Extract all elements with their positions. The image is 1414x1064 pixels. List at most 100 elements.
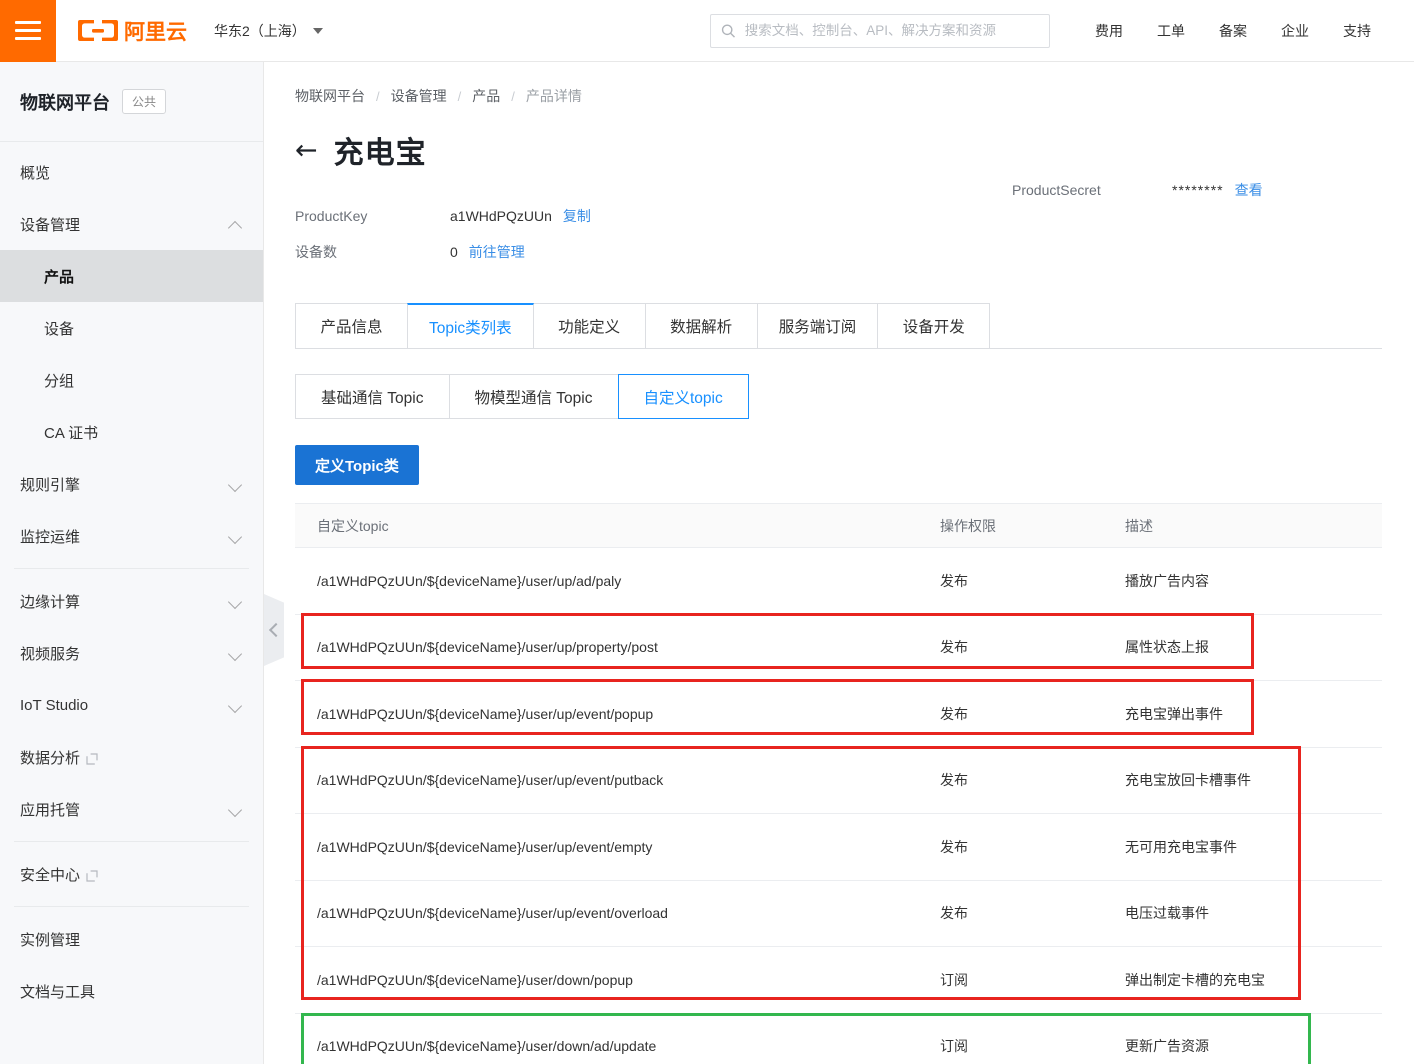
tab-5[interactable]: 设备开发 xyxy=(877,303,991,348)
sidebar-divider xyxy=(14,906,249,907)
table-row[interactable]: /a1WHdPQzUUn/${deviceName}/user/down/ad/… xyxy=(295,1013,1382,1064)
cell-topic: /a1WHdPQzUUn/${deviceName}/user/up/prope… xyxy=(317,639,658,656)
sidebar-item-13[interactable]: 应用托管 xyxy=(0,783,263,835)
sidebar-item-label: 设备 xyxy=(44,320,75,338)
main-content: 物联网平台 / 设备管理 / 产品 / 产品详情 ← 充电宝 ProductKey a1WH… xyxy=(264,62,1414,1064)
tab-0[interactable]: 产品信息 xyxy=(295,303,408,348)
go-to-device-management-link[interactable]: 前往管理 xyxy=(469,242,525,262)
tab-2[interactable]: 功能定义 xyxy=(532,303,646,348)
sub-tab-bar: 基础通信 Topic 物模型通信 Topic 自定义topic xyxy=(295,374,1414,419)
product-secret-value: ******** xyxy=(1172,182,1224,198)
table-header: 自定义topic 操作权限 描述 xyxy=(295,503,1382,548)
cell-permission: 发布 xyxy=(940,838,968,855)
tab-4[interactable]: 服务端订阅 xyxy=(756,303,879,348)
nav-link-enterprise[interactable]: 企业 xyxy=(1264,0,1326,62)
copy-product-key-link[interactable]: 复制 xyxy=(563,206,591,226)
column-header-permission: 操作权限 xyxy=(940,517,996,534)
table-row[interactable]: /a1WHdPQzUUn/${deviceName}/user/up/event… xyxy=(295,681,1382,748)
sidebar-item-label: 监控运维 xyxy=(20,528,81,546)
sidebar-header: 物联网平台 公共 xyxy=(0,62,263,142)
top-bar-right: 费用 工单 备案 企业 支持 xyxy=(710,0,1414,62)
product-secret-row: ProductSecret ******** 查看 xyxy=(1012,172,1263,208)
sidebar-item-label: 规则引擎 xyxy=(20,476,81,494)
sidebar-collapse-handle[interactable] xyxy=(264,594,284,666)
sidebar-item-1[interactable]: 设备管理 xyxy=(0,198,263,250)
product-secret-label: ProductSecret xyxy=(1012,182,1101,198)
cell-topic: /a1WHdPQzUUn/${deviceName}/user/up/event… xyxy=(317,705,654,722)
sidebar-item-label: CA 证书 xyxy=(44,424,99,442)
sidebar-item-17[interactable]: 实例管理 xyxy=(0,913,263,965)
sidebar-divider xyxy=(14,568,249,569)
table-row[interactable]: /a1WHdPQzUUn/${deviceName}/user/up/ad/pa… xyxy=(295,548,1382,615)
nav-link-icp[interactable]: 备案 xyxy=(1202,0,1264,62)
chevron-down-icon[interactable] xyxy=(229,698,243,712)
cell-permission: 订阅 xyxy=(940,971,968,988)
chevron-up-icon[interactable] xyxy=(229,217,243,231)
cell-permission: 发布 xyxy=(940,772,968,789)
chevron-down-icon[interactable] xyxy=(229,646,243,660)
sidebar-item-10[interactable]: 视频服务 xyxy=(0,627,263,679)
topic-table: 自定义topic 操作权限 描述 /a1WHdPQzUUn/${deviceNa… xyxy=(295,503,1382,1064)
table-row[interactable]: /a1WHdPQzUUn/${deviceName}/user/up/event… xyxy=(295,814,1382,881)
sidebar-item-7[interactable]: 监控运维 xyxy=(0,510,263,562)
sidebar-item-label: 文档与工具 xyxy=(20,983,96,1001)
alibaba-cloud-logo[interactable]: 阿里云 xyxy=(78,16,196,46)
sub-tab-2[interactable]: 自定义topic xyxy=(617,374,749,419)
chevron-down-icon[interactable] xyxy=(229,594,243,608)
breadcrumb-item-1[interactable]: 设备管理 xyxy=(391,86,447,106)
search-box[interactable] xyxy=(710,13,1050,48)
breadcrumb-item-2[interactable]: 产品 xyxy=(472,86,500,106)
page-title-row: ← 充电宝 xyxy=(264,106,1414,172)
sidebar-item-18[interactable]: 文档与工具 xyxy=(0,965,263,1017)
column-header-description: 描述 xyxy=(1125,517,1153,534)
breadcrumb-item-0[interactable]: 物联网平台 xyxy=(295,86,365,106)
chevron-down-icon[interactable] xyxy=(229,477,243,491)
sub-tab-1[interactable]: 物模型通信 Topic xyxy=(448,374,619,419)
table-row[interactable]: /a1WHdPQzUUn/${deviceName}/user/up/prope… xyxy=(295,614,1382,681)
sidebar-item-3[interactable]: 设备 xyxy=(0,302,263,354)
sidebar: 物联网平台 公共 概览 设备管理 产品设备分组 CA 证书规则引擎监控运维边缘计算 视频… xyxy=(0,62,264,1064)
tab-3[interactable]: 数据解析 xyxy=(644,303,758,348)
hamburger-icon[interactable] xyxy=(0,0,56,62)
sidebar-item-9[interactable]: 边缘计算 xyxy=(0,575,263,627)
region-selector[interactable]: 华东2（上海） xyxy=(214,21,323,41)
cell-permission: 发布 xyxy=(940,705,968,722)
view-product-secret-link[interactable]: 查看 xyxy=(1235,180,1263,200)
search-input[interactable] xyxy=(744,23,1039,38)
nav-link-support[interactable]: 支持 xyxy=(1326,0,1388,62)
sidebar-item-0[interactable]: 概览 xyxy=(0,146,263,198)
device-count-label: 设备数 xyxy=(295,244,337,260)
chevron-down-icon[interactable] xyxy=(229,529,243,543)
cell-permission: 发布 xyxy=(940,905,968,922)
nav-link-fee[interactable]: 费用 xyxy=(1078,0,1140,62)
top-bar: 阿里云 华东2（上海） 费用 工单 备案 企业 支持 xyxy=(0,0,1414,62)
cell-description: 属性状态上报 xyxy=(1125,639,1209,656)
table-row[interactable]: /a1WHdPQzUUn/${deviceName}/user/up/event… xyxy=(295,747,1382,814)
chevron-down-icon xyxy=(312,27,323,34)
define-topic-button[interactable]: 定义Topic类 xyxy=(295,445,419,485)
sidebar-item-12[interactable]: 数据分析 xyxy=(0,731,263,783)
sidebar-item-label: 数据分析 xyxy=(20,747,243,768)
cell-description: 播放广告内容 xyxy=(1125,572,1209,589)
cell-permission: 发布 xyxy=(940,639,968,656)
sidebar-divider xyxy=(14,841,249,842)
breadcrumb-separator: / xyxy=(457,88,462,104)
table-body: /a1WHdPQzUUn/${deviceName}/user/up/ad/pa… xyxy=(295,548,1382,1064)
sidebar-item-text: 安全中心 xyxy=(20,866,81,884)
sidebar-item-4[interactable]: 分组 xyxy=(0,354,263,406)
chevron-down-icon[interactable] xyxy=(229,802,243,816)
table-row[interactable]: /a1WHdPQzUUn/${deviceName}/user/up/event… xyxy=(295,880,1382,947)
nav-link-ticket[interactable]: 工单 xyxy=(1140,0,1202,62)
sidebar-item-5[interactable]: CA 证书 xyxy=(0,406,263,458)
sidebar-item-15[interactable]: 安全中心 xyxy=(0,848,263,900)
tab-1[interactable]: Topic类列表 xyxy=(407,303,534,348)
page-title: 充电宝 xyxy=(333,137,427,170)
sidebar-item-6[interactable]: 规则引擎 xyxy=(0,458,263,510)
region-label: 华东2（上海） xyxy=(214,22,306,39)
sub-tab-0[interactable]: 基础通信 Topic xyxy=(295,374,450,419)
back-arrow-icon[interactable]: ← xyxy=(295,137,318,164)
sidebar-item-label: IoT Studio xyxy=(20,696,89,714)
sidebar-item-11[interactable]: IoT Studio xyxy=(0,679,263,731)
table-row[interactable]: /a1WHdPQzUUn/${deviceName}/user/down/pop… xyxy=(295,947,1382,1014)
sidebar-item-2[interactable]: 产品 xyxy=(0,250,263,302)
